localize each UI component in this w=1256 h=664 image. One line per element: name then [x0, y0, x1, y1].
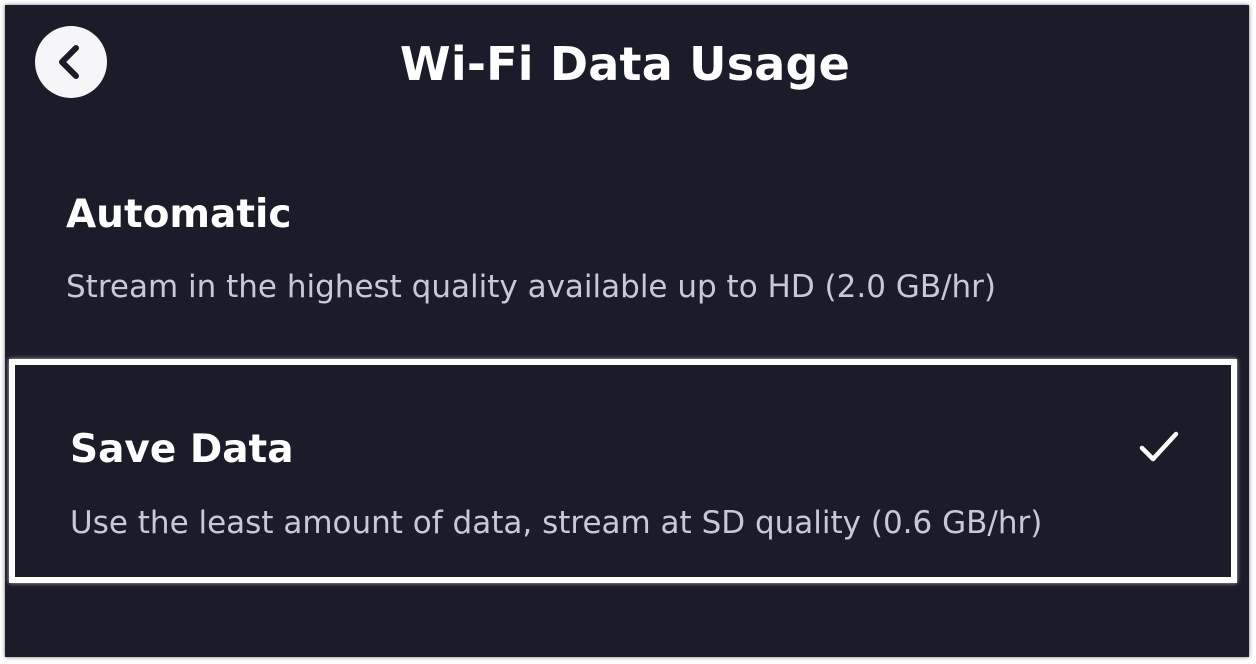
- settings-screen: Wi-Fi Data Usage Automatic Stream in the…: [5, 5, 1249, 657]
- checkmark-icon: [1137, 427, 1181, 467]
- option-title: Save Data: [70, 427, 294, 472]
- option-automatic[interactable]: Automatic Stream in the highest quality …: [5, 173, 1249, 353]
- option-description: Use the least amount of data, stream at …: [70, 505, 1043, 541]
- page-title: Wi-Fi Data Usage: [399, 37, 851, 91]
- option-title: Automatic: [66, 192, 292, 237]
- header: Wi-Fi Data Usage: [5, 5, 1249, 125]
- option-save-data[interactable]: Save Data Use the least amount of data, …: [9, 359, 1237, 583]
- option-description: Stream in the highest quality available …: [66, 269, 997, 305]
